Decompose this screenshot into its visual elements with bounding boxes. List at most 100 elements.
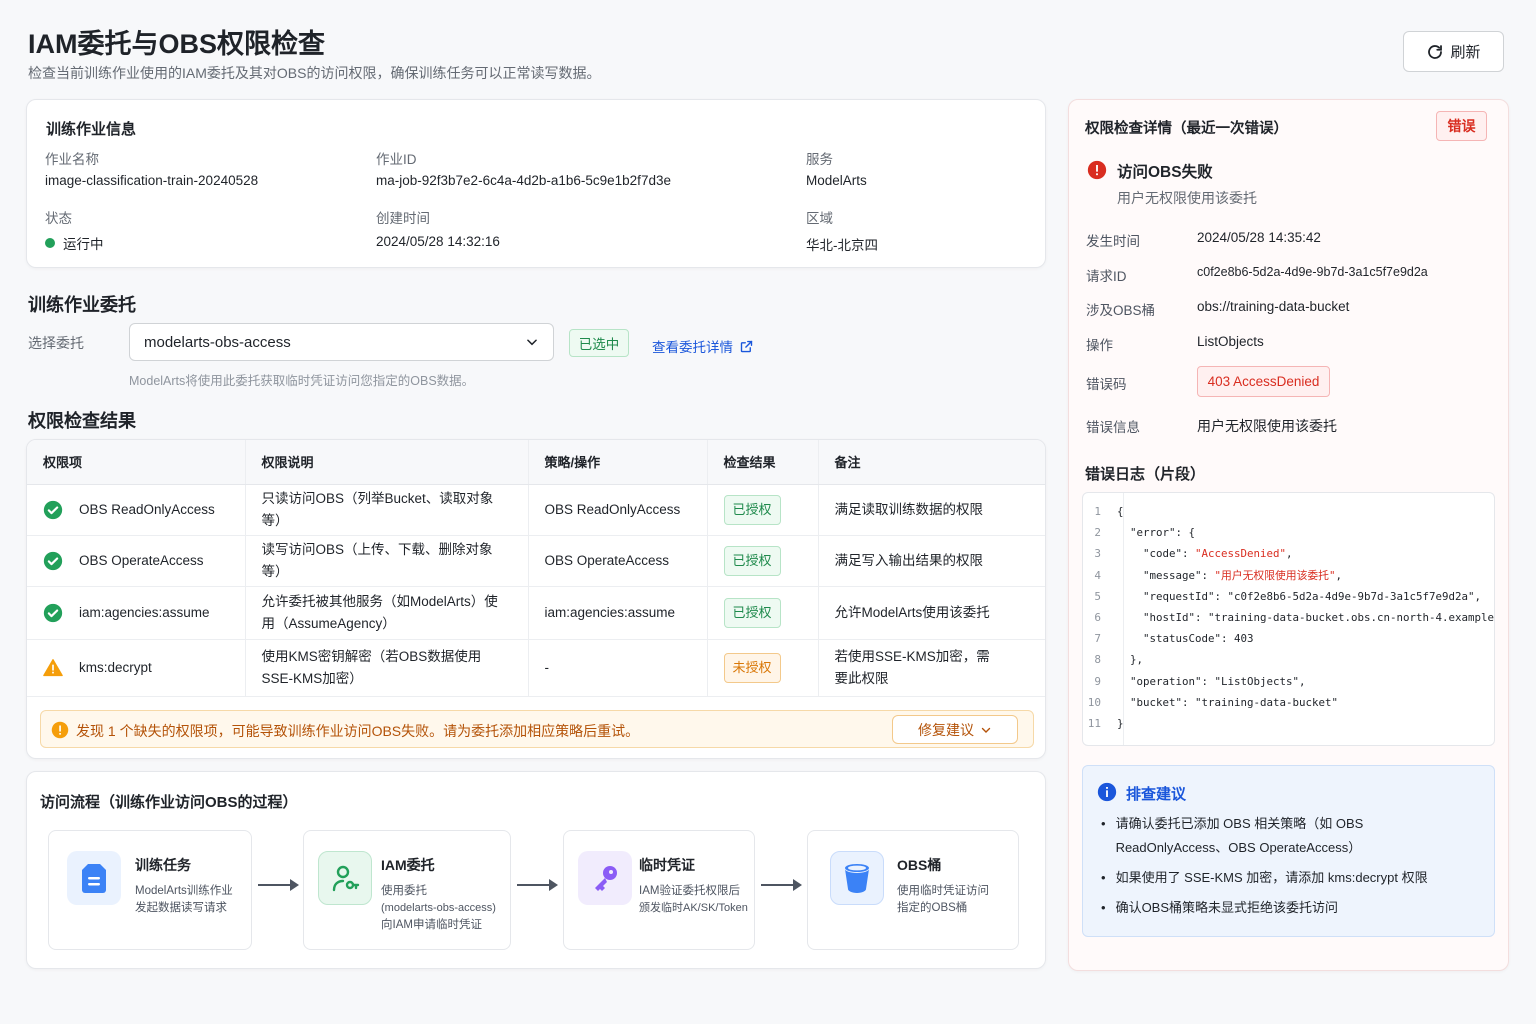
error-code-value: 403 AccessDenied: [1197, 366, 1330, 397]
flow-step-desc: 使用临时凭证访问 指定的OBS桶: [897, 883, 989, 917]
results-table: 权限项 权限说明 策略/操作 检查结果 备注 OBS ReadOnlyAcces…: [27, 440, 1045, 697]
permission-item: OBS ReadOnlyAccess: [79, 501, 215, 517]
flow-step-task: 训练任务 ModelArts训练作业 发起数据读写请求: [48, 830, 252, 950]
log-line-number: 7: [1094, 632, 1101, 646]
tip-text: 如果使用了 SSE-KMS 加密，请添加 kms:decrypt 权限: [1115, 870, 1428, 885]
result-badge: 未授权: [723, 652, 781, 683]
agency-details-link[interactable]: 查看委托详情: [652, 336, 754, 356]
log-line-code: "code": "AccessDenied",: [1111, 547, 1293, 560]
job-id-label: 作业ID: [376, 152, 417, 167]
permission-note: 允许ModelArts使用该委托: [818, 586, 1045, 640]
permission-note: 满足读取训练数据的权限: [818, 484, 1045, 536]
table-row: OBS ReadOnlyAccess 只读访问OBS（列举Bucket、读取对象…: [27, 484, 1045, 536]
bullet-icon: •: [1101, 900, 1106, 915]
log-line-number: 9: [1094, 674, 1101, 688]
col-header: 检查结果: [707, 440, 819, 485]
log-line-number: 8: [1094, 653, 1101, 667]
log-line: 9 "operation": "ListObjects",: [1083, 671, 1494, 692]
region-value: 华北-北京四: [806, 238, 878, 253]
flow-step-credential: 临时凭证 IAM验证委托权限后 颁发临时AK/SK/Token: [563, 830, 755, 950]
log-line-code: },: [1111, 653, 1143, 666]
log-line: 1{: [1083, 501, 1494, 522]
log-code-text: "requestId": "c0f2e8b6-5d2a-4d9e-9b7d-3a…: [1117, 589, 1482, 603]
log-line-code: }: [1111, 717, 1124, 730]
log-line: 8 },: [1083, 649, 1494, 670]
permission-item: kms:decrypt: [79, 659, 152, 675]
arrow-right-icon: [258, 879, 299, 891]
log-line-number: 1: [1094, 505, 1101, 519]
flow-title: 访问流程（训练作业访问OBS的过程）: [40, 794, 298, 811]
job-id-value: ma-job-92f3b7e2-6c4a-4d2b-a1b6-5c9e1b2f7…: [376, 173, 671, 188]
permission-desc: 允许委托被其他服务（如ModelArts）使用（AssumeAgency）: [245, 586, 529, 640]
log-line-code: "hostId": "training-data-bucket.obs.cn-n…: [1111, 611, 1494, 624]
refresh-label: 刷新: [1450, 44, 1481, 61]
results-title: 权限检查结果: [28, 411, 136, 431]
result-badge: 已授权: [723, 494, 781, 525]
log-gutter-divider: [1123, 493, 1124, 745]
tips-list: • 请确认委托已添加 OBS 相关策略（如 OBS ReadOnlyAccess、…: [1101, 812, 1476, 920]
list-item: • 确认OBS桶策略未显式拒绝该委托访问: [1101, 896, 1476, 920]
permission-item: OBS OperateAccess: [79, 552, 204, 568]
log-line-number: 10: [1087, 695, 1101, 709]
error-log-box: 1{2 "error": {3 "code": "AccessDenied", 4…: [1082, 492, 1495, 746]
flow-step-desc-line: 发起数据读写请求: [135, 902, 227, 914]
permission-policy: -: [528, 639, 708, 697]
refresh-button[interactable]: 刷新: [1403, 31, 1504, 72]
error-subtitle: 用户无权限使用该委托: [1117, 190, 1257, 206]
log-code-text: "bucket": "training-data-bucket": [1117, 695, 1339, 709]
operation-value: ListObjects: [1197, 334, 1264, 349]
result-badge: 已授权: [723, 597, 781, 628]
job-name-label: 作业名称: [45, 152, 99, 167]
tips-card: 排查建议 • 请确认委托已添加 OBS 相关策略（如 OBS ReadOnlyAc…: [1082, 765, 1495, 937]
agency-details-label: 查看委托详情: [652, 340, 733, 355]
flow-step-desc-line: IAM验证委托权限后: [639, 885, 740, 897]
flow-step-title: 临时凭证: [639, 857, 695, 873]
log-line-number: 11: [1087, 716, 1101, 730]
status-dot-icon: [45, 238, 55, 248]
flow-step-desc-line: ModelArts训练作业: [135, 885, 233, 897]
permission-policy: iam:agencies:assume: [528, 586, 708, 640]
agency-selected-badge: 已选中: [569, 329, 629, 357]
agency-select-label: 选择委托: [28, 335, 84, 351]
flow-step-desc-line: 使用委托: [381, 885, 427, 897]
col-header: 备注: [818, 440, 1045, 485]
log-code-string: "AccessDenied": [1195, 547, 1287, 561]
log-code-text: "message":: [1117, 569, 1215, 583]
log-line-number: 5: [1094, 589, 1101, 603]
request-id-value: c0f2e8b6-5d2a-4d9e-9b7d-3a1c5f7e9d2a: [1197, 265, 1428, 279]
agency-select[interactable]: modelarts-obs-access: [129, 323, 554, 361]
col-header: 策略/操作: [528, 440, 708, 485]
log-line-code: "bucket": "training-data-bucket": [1111, 696, 1338, 709]
list-item: • 如果使用了 SSE-KMS 加密，请添加 kms:decrypt 权限: [1101, 866, 1476, 890]
log-title: 错误日志（片段）: [1085, 466, 1206, 483]
agency-select-value: modelarts-obs-access: [144, 333, 291, 351]
permission-policy: OBS ReadOnlyAccess: [528, 484, 708, 536]
tip-text: 确认OBS桶策略未显式拒绝该委托访问: [1115, 900, 1339, 915]
log-line-code: "message": "用户无权限使用该委托",: [1111, 567, 1342, 583]
col-header: 权限说明: [245, 440, 529, 485]
error-message-value: 用户无权限使用该委托: [1197, 418, 1337, 434]
job-info-title: 训练作业信息: [46, 121, 137, 138]
flow-step-title: 训练任务: [135, 857, 191, 873]
flow-step-desc: ModelArts训练作业 发起数据读写请求: [135, 883, 233, 917]
log-line: 5 "requestId": "c0f2e8b6-5d2a-4d9e-9b7d-…: [1083, 586, 1494, 607]
log-line-code: {: [1111, 505, 1124, 518]
log-code-text: "error": {: [1117, 526, 1196, 540]
page-title: IAM委托与OBS权限检查: [28, 29, 325, 59]
refresh-icon: [1428, 44, 1443, 59]
time-label: 发生时间: [1086, 234, 1140, 249]
fix-suggestion-button[interactable]: 修复建议: [892, 715, 1018, 744]
fix-suggestion-label: 修复建议: [918, 721, 974, 738]
flow-step-title: IAM委托: [381, 857, 435, 873]
permission-note: 若使用SSE-KMS加密，需要此权限: [818, 639, 1045, 697]
log-code-text: },: [1117, 653, 1144, 667]
table-row: kms:decrypt 使用KMS密钥解密（若OBS数据使用SSE-KMS加密）…: [27, 639, 1045, 697]
log-line-number: 2: [1094, 526, 1101, 540]
log-line: 2 "error": {: [1083, 522, 1494, 543]
permission-policy: OBS OperateAccess: [528, 535, 708, 587]
tips-title: 排查建议: [1126, 786, 1187, 803]
log-line: 4 "message": "用户无权限使用该委托",: [1083, 565, 1494, 586]
log-code-text: ,: [1335, 569, 1342, 583]
service-value: ModelArts: [806, 173, 867, 188]
flow-step-desc-line: 指定的OBS桶: [897, 902, 968, 914]
